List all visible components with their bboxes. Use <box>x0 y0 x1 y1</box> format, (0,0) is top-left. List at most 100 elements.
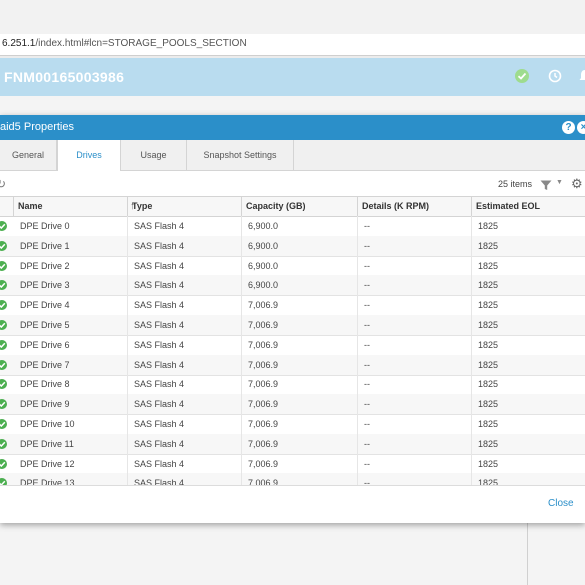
header-eol[interactable]: Estimated EOL <box>472 197 585 216</box>
status-ok-icon <box>0 458 7 469</box>
notifications-icon[interactable] <box>577 68 585 84</box>
status-ok-icon <box>0 438 7 449</box>
status-ok-icon <box>0 339 7 350</box>
cell-capacity: 6,900.0 <box>242 275 358 296</box>
tab-general[interactable]: General <box>0 140 57 170</box>
status-ok-icon <box>0 379 7 390</box>
filter-icon[interactable] <box>540 178 552 196</box>
header-status <box>0 197 14 216</box>
cell-details: -- <box>358 374 472 395</box>
cell-capacity: 7,006.9 <box>242 334 358 355</box>
cell-name: DPE Drive 9 <box>14 394 128 415</box>
status-ok-icon <box>0 240 7 251</box>
status-ok-icon <box>0 221 7 231</box>
status-ok-icon <box>0 478 7 485</box>
cell-type: SAS Flash 4 <box>128 315 242 335</box>
cell-capacity: 7,006.9 <box>242 354 358 375</box>
cell-capacity: 7,006.9 <box>242 414 358 434</box>
drives-grid: Name ↑ Type Capacity (GB) Details (K RPM)… <box>0 196 585 485</box>
table-row[interactable]: DPE Drive 6 SAS Flash 4 7,006.9 -- 1825 <box>0 334 585 356</box>
cell-name: DPE Drive 3 <box>14 275 128 296</box>
status-ok-icon <box>0 300 7 311</box>
gear-icon[interactable]: ⚙ <box>571 176 583 192</box>
status-ok-icon <box>0 419 7 429</box>
cell-details: -- <box>358 275 472 296</box>
status-ok-icon <box>0 399 7 410</box>
cell-eol: 1825 <box>472 473 585 485</box>
table-row[interactable]: DPE Drive 5 SAS Flash 4 7,006.9 -- 1825 <box>0 315 585 336</box>
table-row[interactable]: DPE Drive 0 SAS Flash 4 6,900.0 -- 1825 <box>0 216 585 237</box>
health-ok-icon[interactable] <box>515 69 529 83</box>
cell-capacity: 7,006.9 <box>242 433 358 454</box>
properties-dialog: aid5 Properties ? × General Drives Usage… <box>0 115 585 523</box>
status-ok-icon <box>0 260 7 271</box>
items-count: 25 items <box>498 179 533 189</box>
tab-usage[interactable]: Usage <box>121 140 187 170</box>
cell-eol: 1825 <box>472 315 585 335</box>
tab-bar: General Drives Usage Snapshot Settings <box>0 140 585 171</box>
help-icon[interactable]: ? <box>562 121 575 134</box>
cell-capacity: 7,006.9 <box>242 374 358 395</box>
cell-type: SAS Flash 4 <box>128 216 242 236</box>
table-row[interactable]: DPE Drive 2 SAS Flash 4 6,900.0 -- 1825 <box>0 255 585 277</box>
table-row[interactable]: DPE Drive 9 SAS Flash 4 7,006.9 -- 1825 <box>0 394 585 416</box>
history-icon[interactable] <box>547 68 563 84</box>
cell-capacity: 6,900.0 <box>242 216 358 236</box>
cell-capacity: 6,900.0 <box>242 255 358 276</box>
header-details[interactable]: Details (K RPM) <box>358 197 472 216</box>
cell-type: SAS Flash 4 <box>128 453 242 474</box>
cell-details: -- <box>358 414 472 434</box>
cell-eol: 1825 <box>472 236 585 256</box>
cell-eol: 1825 <box>472 394 585 414</box>
close-icon[interactable]: × <box>577 121 585 134</box>
header-type[interactable]: Type <box>128 197 242 216</box>
cell-details: -- <box>358 433 472 454</box>
cell-details: -- <box>358 295 472 316</box>
cell-details: -- <box>358 473 472 485</box>
browser-toolbar <box>0 0 585 35</box>
cell-eol: 1825 <box>472 335 585 355</box>
header-name[interactable]: Name ↑ <box>14 197 135 216</box>
cell-capacity: 7,006.9 <box>242 473 358 485</box>
cell-details: -- <box>358 453 472 474</box>
table-row[interactable]: DPE Drive 4 SAS Flash 4 7,006.9 -- 1825 <box>0 295 585 317</box>
cell-type: SAS Flash 4 <box>128 394 242 415</box>
table-row[interactable]: DPE Drive 13 SAS Flash 4 7,006.9 -- 1825 <box>0 473 585 485</box>
cell-details: -- <box>358 394 472 415</box>
cell-eol: 1825 <box>472 216 585 236</box>
address-url[interactable]: 6.251.1/index.html#lcn=STORAGE_POOLS_SEC… <box>2 38 247 49</box>
header-name-label: Name <box>18 201 43 211</box>
address-bar[interactable]: 6.251.1/index.html#lcn=STORAGE_POOLS_SEC… <box>0 34 585 56</box>
table-row[interactable]: DPE Drive 8 SAS Flash 4 7,006.9 -- 1825 <box>0 374 585 396</box>
cell-name: DPE Drive 6 <box>14 334 128 355</box>
cell-name: DPE Drive 10 <box>14 414 128 434</box>
table-row[interactable]: DPE Drive 10 SAS Flash 4 7,006.9 -- 1825 <box>0 414 585 435</box>
cell-capacity: 7,006.9 <box>242 394 358 415</box>
table-row[interactable]: DPE Drive 1 SAS Flash 4 6,900.0 -- 1825 <box>0 235 585 257</box>
cell-details: -- <box>358 315 472 335</box>
cell-name: DPE Drive 0 <box>14 216 128 236</box>
cell-eol: 1825 <box>472 275 585 295</box>
table-row[interactable]: DPE Drive 11 SAS Flash 4 7,006.9 -- 1825 <box>0 433 585 455</box>
status-ok-icon <box>0 280 7 291</box>
cell-name: DPE Drive 12 <box>14 453 128 474</box>
tab-drives[interactable]: Drives <box>57 140 121 171</box>
table-row[interactable]: DPE Drive 7 SAS Flash 4 7,006.9 -- 1825 <box>0 354 585 376</box>
table-row[interactable]: DPE Drive 3 SAS Flash 4 6,900.0 -- 1825 <box>0 275 585 297</box>
cell-eol: 1825 <box>472 414 585 434</box>
cell-capacity: 7,006.9 <box>242 315 358 335</box>
cell-capacity: 6,900.0 <box>242 235 358 256</box>
chevron-down-icon[interactable]: ▼ <box>556 179 563 186</box>
close-button[interactable]: Close <box>548 498 574 509</box>
cell-type: SAS Flash 4 <box>128 235 242 256</box>
cell-eol: 1825 <box>472 454 585 474</box>
refresh-icon[interactable]: ↻ <box>0 177 6 191</box>
cell-type: SAS Flash 4 <box>128 255 242 276</box>
cell-name: DPE Drive 1 <box>14 235 128 256</box>
header-capacity[interactable]: Capacity (GB) <box>242 197 358 216</box>
tab-snapshot-settings[interactable]: Snapshot Settings <box>187 140 294 170</box>
cell-eol: 1825 <box>472 256 585 276</box>
cell-type: SAS Flash 4 <box>128 414 242 434</box>
table-row[interactable]: DPE Drive 12 SAS Flash 4 7,006.9 -- 1825 <box>0 453 585 475</box>
cell-details: -- <box>358 334 472 355</box>
